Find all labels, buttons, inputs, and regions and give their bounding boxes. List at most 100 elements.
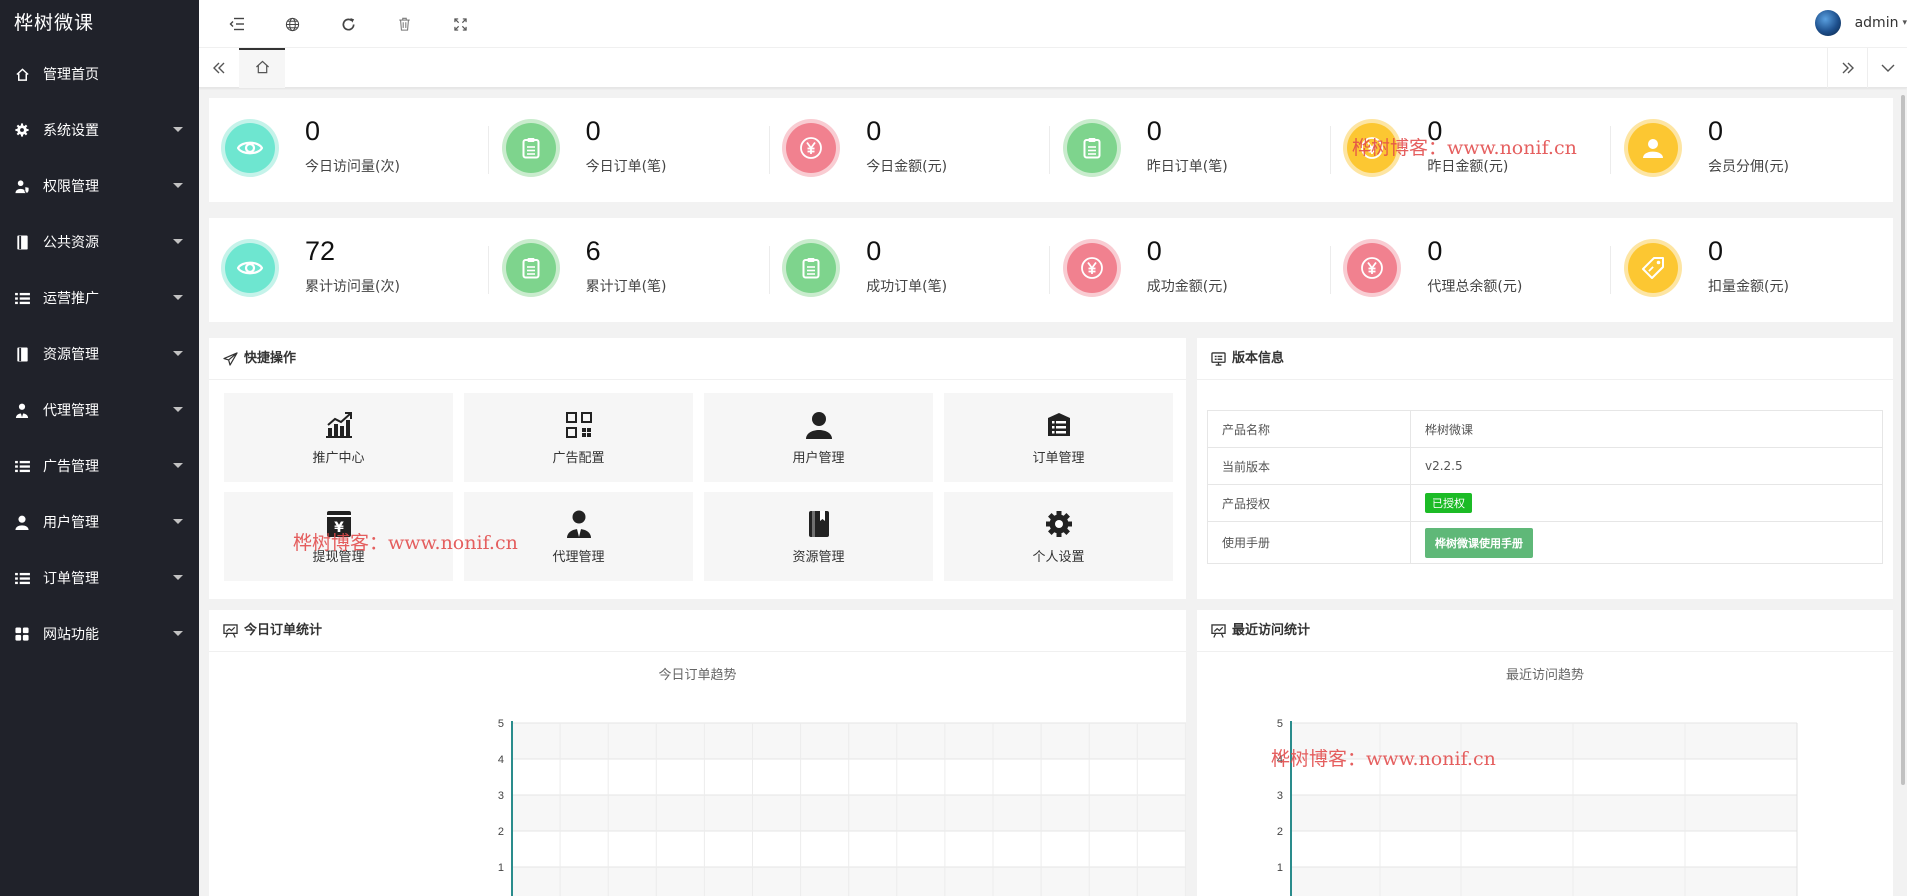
stats-card-today: 0 今日访问量(次) 0 今日订单(笔) 0 今日金额(元) 0 昨日订单(笔) 0 昨日金额(元… bbox=[209, 98, 1893, 202]
page-scrollbar[interactable] bbox=[1901, 95, 1905, 785]
tabs-dropdown-icon[interactable] bbox=[1867, 48, 1907, 88]
sidebar-item-public-resources[interactable]: 公共资源 bbox=[0, 214, 199, 270]
table-cell-value: 桦树微课使用手册 bbox=[1410, 521, 1883, 564]
sidebar-item-orders[interactable]: 订单管理 bbox=[0, 550, 199, 606]
yen-icon bbox=[786, 123, 837, 173]
watermark-text: 桦树博客：www.nonif.cn bbox=[1271, 748, 1496, 770]
clipboard-icon bbox=[505, 123, 556, 173]
stat-item: 0 成功订单(笔) bbox=[770, 218, 1051, 318]
app-logo-title: 桦树微课 bbox=[14, 12, 95, 34]
stat-item: 6 累计订单(笔) bbox=[490, 218, 770, 318]
quick-op-promotion[interactable]: 推广中心 bbox=[224, 393, 453, 482]
sidebar-item-system-settings[interactable]: 系统设置 bbox=[0, 102, 199, 158]
table-cell-key: 当前版本 bbox=[1207, 447, 1411, 485]
watermark-text: 桦树博客：www.nonif.cn bbox=[1352, 137, 1577, 159]
table-row: 当前版本 v2.2.5 bbox=[1207, 447, 1883, 485]
table-cell-value: v2.2.5 bbox=[1410, 447, 1883, 485]
refresh-icon[interactable] bbox=[338, 14, 358, 34]
gear-icon bbox=[14, 122, 30, 138]
sidebar-item-permissions[interactable]: 权限管理 bbox=[0, 158, 199, 214]
user-manual-button[interactable]: 桦树微课使用手册 bbox=[1425, 527, 1533, 558]
stat-value: 6 bbox=[585, 236, 601, 266]
monitor-icon bbox=[1211, 351, 1226, 366]
stat-value: 0 bbox=[1708, 236, 1724, 266]
clipboard-icon bbox=[505, 243, 556, 293]
stat-label: 扣量金额(元) bbox=[1708, 279, 1789, 295]
table-cell-key: 产品名称 bbox=[1207, 410, 1411, 448]
quick-op-resources[interactable]: 资源管理 bbox=[704, 492, 933, 581]
user-icon bbox=[805, 409, 833, 441]
quick-op-label: 个人设置 bbox=[1032, 550, 1085, 565]
y-tick-label: 5 bbox=[1277, 718, 1283, 730]
eye-icon bbox=[225, 123, 275, 173]
status-badge: 已授权 bbox=[1425, 493, 1472, 513]
fullscreen-icon[interactable] bbox=[450, 14, 470, 34]
y-tick-label: 1 bbox=[1277, 862, 1283, 874]
y-tick-label: 1 bbox=[498, 862, 504, 874]
quick-op-orders[interactable]: 订单管理 bbox=[944, 393, 1173, 482]
stat-item: 0 扣量金额(元) bbox=[1612, 218, 1892, 318]
sidebar-item-site-functions[interactable]: 网站功能 bbox=[0, 606, 199, 662]
user-menu[interactable]: admin ▾ bbox=[1814, 10, 1907, 36]
quick-op-label: 订单管理 bbox=[1032, 451, 1085, 466]
clipboard-icon bbox=[786, 243, 837, 293]
stat-value: 0 bbox=[866, 236, 882, 266]
stat-value: 0 bbox=[1146, 236, 1162, 266]
sidebar-item-label: 广告管理 bbox=[43, 459, 99, 475]
sidebar-item-ads[interactable]: 广告管理 bbox=[0, 438, 199, 494]
sidebar: 桦树微课 管理首页 系统设置 权限管理 公共资源 运营推广 资源管理 代理管理 … bbox=[0, 0, 199, 896]
list-box-icon bbox=[1046, 409, 1072, 441]
quick-op-personal-settings[interactable]: 个人设置 bbox=[944, 492, 1173, 581]
stat-item: 0 会员分佣(元) bbox=[1612, 98, 1892, 198]
chevron-down-icon bbox=[173, 463, 183, 468]
stat-value: 0 bbox=[866, 116, 882, 146]
sidebar-item-users[interactable]: 用户管理 bbox=[0, 494, 199, 550]
stat-label: 今日订单(笔) bbox=[585, 159, 667, 175]
y-tick-label: 3 bbox=[1277, 790, 1283, 802]
book-icon bbox=[808, 508, 830, 540]
watermark-text: 桦树博客：www.nonif.cn bbox=[293, 532, 518, 554]
clear-cache-icon[interactable] bbox=[394, 14, 414, 34]
sidebar-item-agents[interactable]: 代理管理 bbox=[0, 382, 199, 438]
stat-label: 成功金额(元) bbox=[1146, 279, 1228, 295]
table-cell-value: 桦树微课 bbox=[1410, 410, 1883, 448]
user-tie-icon bbox=[14, 402, 30, 418]
eye-icon bbox=[225, 243, 275, 293]
avatar[interactable] bbox=[1814, 10, 1841, 36]
tabs-scroll-left-icon[interactable] bbox=[199, 48, 239, 88]
table-row: 产品授权 已授权 bbox=[1207, 484, 1883, 522]
user-shield-icon bbox=[14, 178, 30, 194]
tab-home[interactable] bbox=[239, 48, 285, 88]
quick-op-label: 代理管理 bbox=[552, 550, 605, 565]
chevron-down-icon bbox=[173, 183, 183, 188]
y-tick-label: 2 bbox=[498, 826, 504, 838]
globe-icon[interactable] bbox=[282, 14, 302, 34]
sidebar-item-resources[interactable]: 资源管理 bbox=[0, 326, 199, 382]
gear-icon bbox=[1045, 508, 1073, 540]
yen-icon bbox=[1347, 243, 1398, 293]
quick-ops-title: 快捷操作 bbox=[244, 350, 297, 366]
book-icon bbox=[14, 346, 30, 362]
stat-value: 72 bbox=[305, 236, 336, 266]
sidebar-item-home[interactable]: 管理首页 bbox=[0, 46, 199, 102]
grid-icon bbox=[14, 626, 30, 642]
tab-bar bbox=[199, 48, 1907, 88]
quick-op-ad-config[interactable]: 广告配置 bbox=[464, 393, 693, 482]
stat-item: 0 成功金额(元) bbox=[1051, 218, 1331, 318]
sidebar-item-label: 订单管理 bbox=[43, 571, 99, 587]
sidebar-item-marketing[interactable]: 运营推广 bbox=[0, 270, 199, 326]
quick-op-label: 资源管理 bbox=[792, 550, 845, 565]
tag-icon bbox=[1628, 243, 1678, 293]
order-stats-panel: 今日订单统计 今日订单趋势 12345 bbox=[209, 610, 1186, 896]
stat-item: 72 累计访问量(次) bbox=[209, 218, 489, 318]
quick-op-users[interactable]: 用户管理 bbox=[704, 393, 933, 482]
sidebar-item-label: 用户管理 bbox=[43, 515, 99, 531]
sidebar-item-label: 代理管理 bbox=[43, 403, 99, 419]
sidebar-item-label: 权限管理 bbox=[43, 179, 99, 195]
quick-ops-panel: 快捷操作 推广中心 广告配置 用户管理 订单管理 ¥ 提现管理 代理管理 资源管… bbox=[209, 338, 1186, 599]
stat-item: 0 今日访问量(次) bbox=[209, 98, 489, 198]
username[interactable]: admin bbox=[1855, 15, 1899, 31]
tabs-scroll-right-icon[interactable] bbox=[1827, 48, 1867, 88]
menu-collapse-icon[interactable] bbox=[227, 14, 247, 34]
clipboard-icon bbox=[1066, 123, 1117, 173]
